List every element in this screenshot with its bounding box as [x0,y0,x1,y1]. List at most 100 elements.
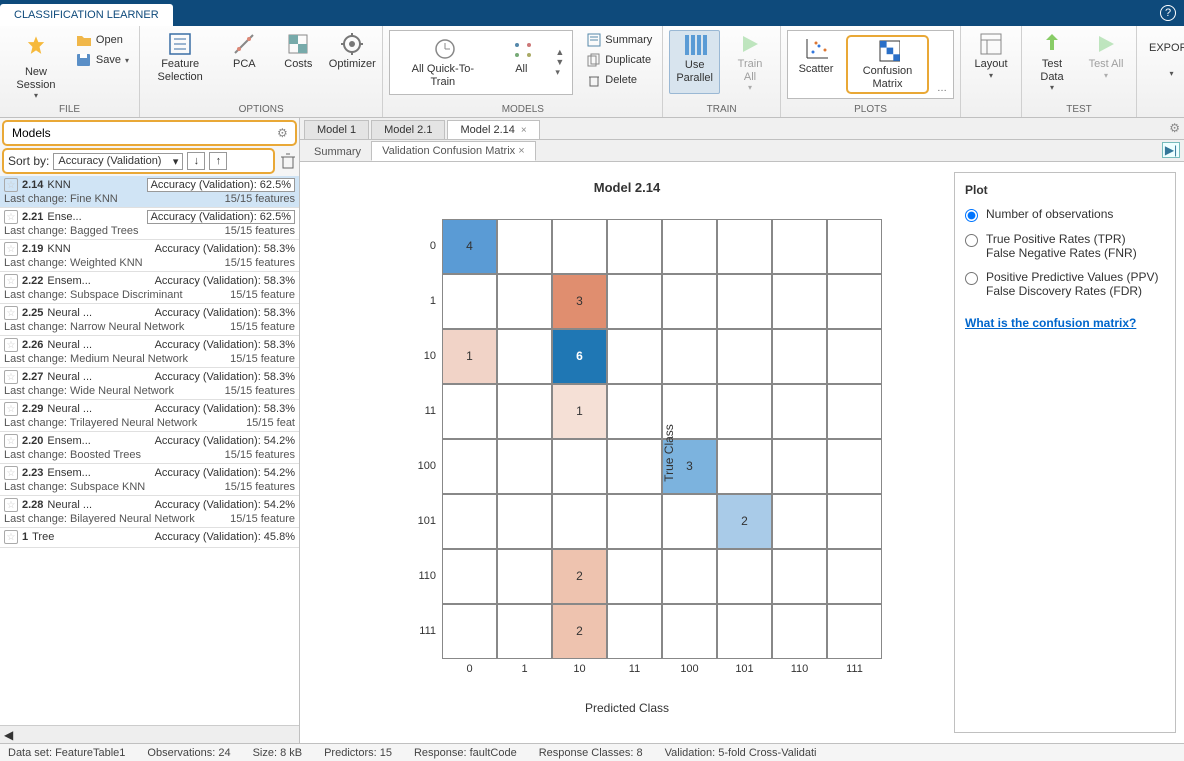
matrix-cell: 3 [552,274,607,329]
star-icon[interactable]: ☆ [4,370,18,384]
y-tick: 10 [402,329,442,384]
x-tick: 11 [607,659,662,687]
star-icon[interactable]: ☆ [4,466,18,480]
x-tick: 10 [552,659,607,687]
tab-model-2-1[interactable]: Model 2.1 [371,120,445,139]
paginate-bar[interactable]: ◀ [0,725,299,743]
y-tick: 1 [402,274,442,329]
matrix-cell [442,274,497,329]
duplicate-button[interactable]: Duplicate [583,50,656,70]
status-size: Size: 8 kB [253,747,303,759]
feature-selection-button[interactable]: Feature Selection [146,30,214,85]
tab-model-2-14[interactable]: Model 2.14× [447,120,539,139]
app-tab[interactable]: CLASSIFICATION LEARNER [0,4,173,26]
summary-button[interactable]: Summary [583,30,656,50]
radio-ppv-fdr[interactable]: Positive Predictive Values (PPV)False Di… [965,270,1165,298]
matrix-cell [607,384,662,439]
sort-desc-button[interactable]: ↑ [209,152,227,170]
matrix-cell [717,219,772,274]
matrix-cell [827,604,882,659]
star-icon[interactable]: ☆ [4,274,18,288]
delete-button[interactable]: Delete [583,70,656,90]
matrix-cell [827,329,882,384]
gear-icon[interactable]: ⚙ [277,126,291,140]
new-session-button[interactable]: New Session ▾ [6,30,66,102]
list-item[interactable]: ☆ 2.29 Neural ... Accuracy (Validation):… [0,400,299,432]
scatter-button[interactable]: Scatter [792,35,840,94]
matrix-cell [497,329,552,384]
confusion-matrix-help-link[interactable]: What is the confusion matrix? [965,316,1165,330]
star-icon[interactable]: ☆ [4,434,18,448]
confusion-matrix-button[interactable]: Confusion Matrix [846,35,929,94]
list-item[interactable]: ☆ 2.19 KNN Accuracy (Validation): 58.3% … [0,240,299,272]
matrix-cell [772,439,827,494]
list-item[interactable]: ☆ 2.14 KNN Accuracy (Validation): 62.5% … [0,176,299,208]
matrix-cell [607,219,662,274]
star-icon[interactable]: ☆ [4,402,18,416]
matrix-cell [772,329,827,384]
help-icon[interactable]: ? [1160,5,1176,21]
star-icon[interactable]: ☆ [4,242,18,256]
layout-button[interactable]: Layout ▾ [967,30,1015,82]
list-item[interactable]: ☆ 2.23 Ensem... Accuracy (Validation): 5… [0,464,299,496]
matrix-cell [607,494,662,549]
star-icon[interactable]: ☆ [4,530,18,544]
delete-model-button[interactable] [279,152,299,172]
y-tick: 11 [402,384,442,439]
star-icon[interactable]: ☆ [4,210,18,224]
x-tick: 1 [497,659,552,687]
pca-button[interactable]: PCA [220,30,268,85]
summary-icon [587,33,601,47]
optimizer-button[interactable]: Optimizer [328,30,376,85]
sort-asc-button[interactable]: ↓ [187,152,205,170]
list-item[interactable]: ☆ 2.28 Neural ... Accuracy (Validation):… [0,496,299,528]
list-item[interactable]: ☆ 2.21 Ense... Accuracy (Validation): 62… [0,208,299,240]
star-icon[interactable]: ☆ [4,498,18,512]
star-icon[interactable]: ☆ [4,306,18,320]
list-item[interactable]: ☆ 2.25 Neural ... Accuracy (Validation):… [0,304,299,336]
matrix-cell [607,329,662,384]
list-item[interactable]: ☆ 2.20 Ensem... Accuracy (Validation): 5… [0,432,299,464]
options-title: Plot [965,183,1165,197]
list-item[interactable]: ☆ 1 Tree Accuracy (Validation): 45.8% [0,528,299,548]
list-item[interactable]: ☆ 2.26 Neural ... Accuracy (Validation):… [0,336,299,368]
model-all-quick-button[interactable]: All Quick-To- Train [394,35,491,90]
use-parallel-button[interactable]: Use Parallel [669,30,720,94]
sort-select[interactable]: Accuracy (Validation)▾ [53,153,183,170]
model-all-button[interactable]: All [497,35,545,90]
models-search-input[interactable] [8,124,277,142]
list-item[interactable]: ☆ 2.27 Neural ... Accuracy (Validation):… [0,368,299,400]
open-button[interactable]: Open [72,30,133,50]
test-data-button[interactable]: Test Data ▾ [1028,30,1076,94]
star-icon[interactable]: ☆ [4,178,18,192]
list-item[interactable]: ☆ 2.22 Ensem... Accuracy (Validation): 5… [0,272,299,304]
star-icon[interactable]: ☆ [4,338,18,352]
confusion-matrix-chart: Model 2.14 True Class 041310161111003101… [300,162,954,743]
radio-tpr-fnr[interactable]: True Positive Rates (TPR)False Negative … [965,232,1165,260]
matrix-cell: 2 [552,549,607,604]
test-all-button[interactable]: Test All ▾ [1082,30,1130,94]
save-icon [76,53,92,67]
costs-button[interactable]: Costs [274,30,322,85]
tab-summary[interactable]: Summary [304,143,371,161]
export-button[interactable]: EXPORT ▾ [1143,30,1184,80]
matrix-cell [717,329,772,384]
model-list[interactable]: ☆ 2.14 KNN Accuracy (Validation): 62.5% … [0,176,299,725]
radio-observations[interactable]: Number of observations [965,207,1165,222]
close-icon[interactable]: × [521,125,527,136]
train-all-button[interactable]: Train All ▾ [726,30,774,94]
close-icon[interactable]: × [518,145,524,157]
matrix-cell [717,274,772,329]
x-tick: 101 [717,659,772,687]
save-button[interactable]: Save ▾ [72,50,133,70]
matrix-cell [772,274,827,329]
y-tick: 101 [402,494,442,549]
y-tick: 100 [402,439,442,494]
tab-model-1[interactable]: Model 1 [304,120,369,139]
ribbon: New Session ▾ Open Save ▾ FILE [0,26,1184,118]
tab-validation-confusion-matrix[interactable]: Validation Confusion Matrix × [371,141,536,161]
matrix-cell: 2 [717,494,772,549]
jump-end-button[interactable]: ▶| [1162,142,1180,158]
matrix-cell: 1 [552,384,607,439]
gear-icon[interactable]: ⚙ [1169,121,1180,135]
